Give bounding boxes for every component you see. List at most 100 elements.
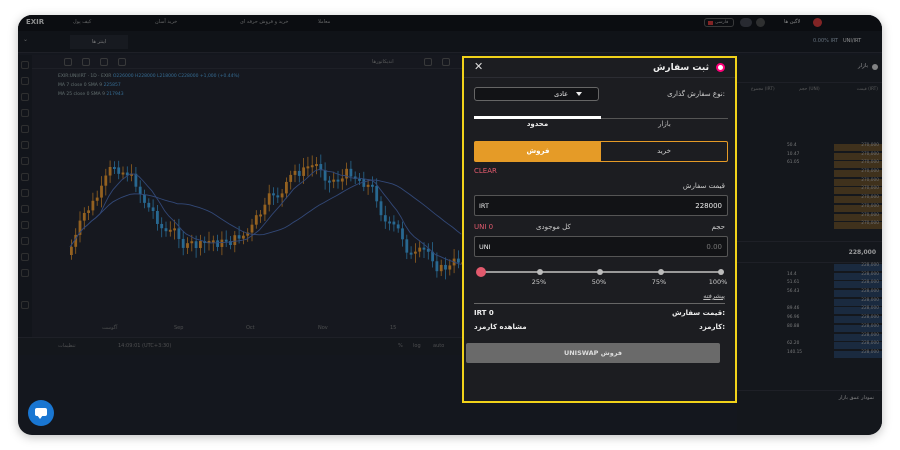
view-fee-link[interactable]: مشاهده کارمزد [474,323,527,331]
candle-body [87,210,90,213]
clear-button[interactable]: CLEAR [474,167,497,175]
orderbook-row[interactable]: 50.4 270,000 [737,143,882,152]
slider-mark-100[interactable] [718,269,724,275]
measure-icon[interactable] [21,189,29,197]
col-total: مجموع (IRT) [751,87,775,92]
orderbook-row[interactable]: 51.61 228,000 [737,280,882,289]
price-chart[interactable]: اندیکاتورها EXIR:UNI/IRT · 1D · EXIR O22… [32,55,477,337]
nav-item-wallet[interactable]: کیف پول [73,19,91,25]
candle-body [181,238,185,248]
tab-limit[interactable]: محدود [474,120,601,128]
row-volume: 80.88 [787,323,800,329]
candle-body [113,166,116,169]
row-price: 270,000 [861,186,879,192]
slider-mark-75[interactable] [657,269,664,275]
volume-placeholder: 0.00 [706,243,722,251]
orderbook-row[interactable]: 270,000 [737,169,882,178]
orderbook-row[interactable]: 140.15 228,000 [737,350,882,359]
text-icon[interactable] [21,125,29,133]
brush-icon[interactable] [21,109,29,117]
chevron-down-icon[interactable]: ⌄ [23,36,28,43]
row-volume: 140.15 [787,349,803,355]
language-selector[interactable]: فارسی [704,18,734,27]
sell-side-button[interactable]: فروش [475,142,601,161]
log-toggle[interactable]: log [413,343,421,349]
order-type-select[interactable]: عادی [474,87,599,101]
fib-icon[interactable] [21,93,29,101]
tab-market[interactable]: بازار [601,120,728,128]
eye-icon[interactable] [21,253,29,261]
orderbook-row[interactable]: 270,000 [737,186,882,195]
row-price: 228,000 [861,280,879,286]
orderbook-row[interactable]: 96.96 228,000 [737,315,882,324]
nav-item-trades[interactable]: معاملا [318,19,330,25]
candle-body [70,246,73,255]
trash-icon[interactable] [21,301,29,309]
orderbook-row[interactable]: 228,000 [737,333,882,342]
notification-icon[interactable] [756,18,765,27]
candle-body [383,215,387,222]
pattern-icon[interactable] [21,141,29,149]
orderbook-row[interactable]: 270,000 [737,195,882,204]
price-input[interactable]: IRT 228000 [474,195,728,216]
trash-icon[interactable] [21,269,29,277]
orderbook-row[interactable]: 270,000 [737,213,882,222]
login-label[interactable]: لاگین ها [784,19,800,25]
advanced-link[interactable]: پیشرفته [703,292,725,300]
slider-mark-25[interactable] [536,269,543,275]
magnet-icon[interactable] [21,221,29,229]
volume-unit: UNI [479,243,491,251]
slider-thumb[interactable] [476,267,486,277]
orderbook-row[interactable]: 61.05 270,000 [737,160,882,169]
percent-slider[interactable] [476,267,724,277]
candle-body [444,264,447,270]
user-avatar-icon[interactable] [813,18,822,27]
orderbook-title: بازار [857,63,868,69]
lock-icon[interactable] [21,237,29,245]
chat-support-button[interactable] [28,400,54,426]
orderbook-row[interactable]: 80.88 228,000 [737,324,882,333]
orderbook-row[interactable]: 56.43 228,000 [737,289,882,298]
slider-label-50: 50% [591,278,607,286]
forecast-icon[interactable] [21,157,29,165]
fee-label: کارمزد: [699,323,725,331]
orderbook-row[interactable]: 62.20 228,000 [737,341,882,350]
candle-body [100,185,103,198]
pair-label[interactable]: UNI/IRT [843,38,861,44]
slider-mark-50[interactable] [597,269,603,275]
candle-body [168,229,172,232]
brand-logo[interactable]: EXIR [26,18,44,26]
buy-side-button[interactable]: خرید [601,142,727,161]
order-price-label: قیمت سفارش: [671,309,725,317]
percent-toggle[interactable]: % [398,343,403,349]
orderbook-row[interactable]: 270,000 [737,204,882,213]
tab-markets[interactable]: اینتر ها [70,35,128,49]
close-icon[interactable]: ✕ [474,60,483,73]
orderbook-row[interactable]: 89.46 228,000 [737,306,882,315]
candle-body [263,204,267,215]
theme-toggle[interactable] [740,18,752,27]
row-volume: 14.4 [787,271,797,277]
candle-body [216,240,219,247]
shapes-icon[interactable] [21,173,29,181]
modal-header: ✕ ثبت سفارش [464,58,735,78]
crosshair-icon[interactable] [21,61,29,69]
orderbook-row[interactable]: 228,000 [737,263,882,272]
candle-body [276,195,280,198]
balance-label: کل موجودی [536,223,571,231]
volume-input[interactable]: UNI 0.00 [474,236,728,257]
orderbook-row[interactable]: 270,000 [737,221,882,230]
row-price: 270,000 [861,169,879,175]
balance-value[interactable]: UNI 0 [474,223,493,231]
trendline-icon[interactable] [21,77,29,85]
chart-settings-button[interactable]: تنظیمات [58,343,76,349]
candle-body [199,241,202,249]
nav-item-pro-trade[interactable]: خرید و فروش حرفه ای [240,19,289,25]
row-price: 228,000 [861,341,879,347]
auto-toggle[interactable]: auto [433,343,444,349]
candle-body [414,251,417,254]
submit-sell-button[interactable]: UNISWAP فروش [466,343,720,363]
nav-item-easy-buy[interactable]: خرید آسان [155,19,177,25]
row-price: 270,000 [861,151,879,157]
zoom-icon[interactable] [21,205,29,213]
